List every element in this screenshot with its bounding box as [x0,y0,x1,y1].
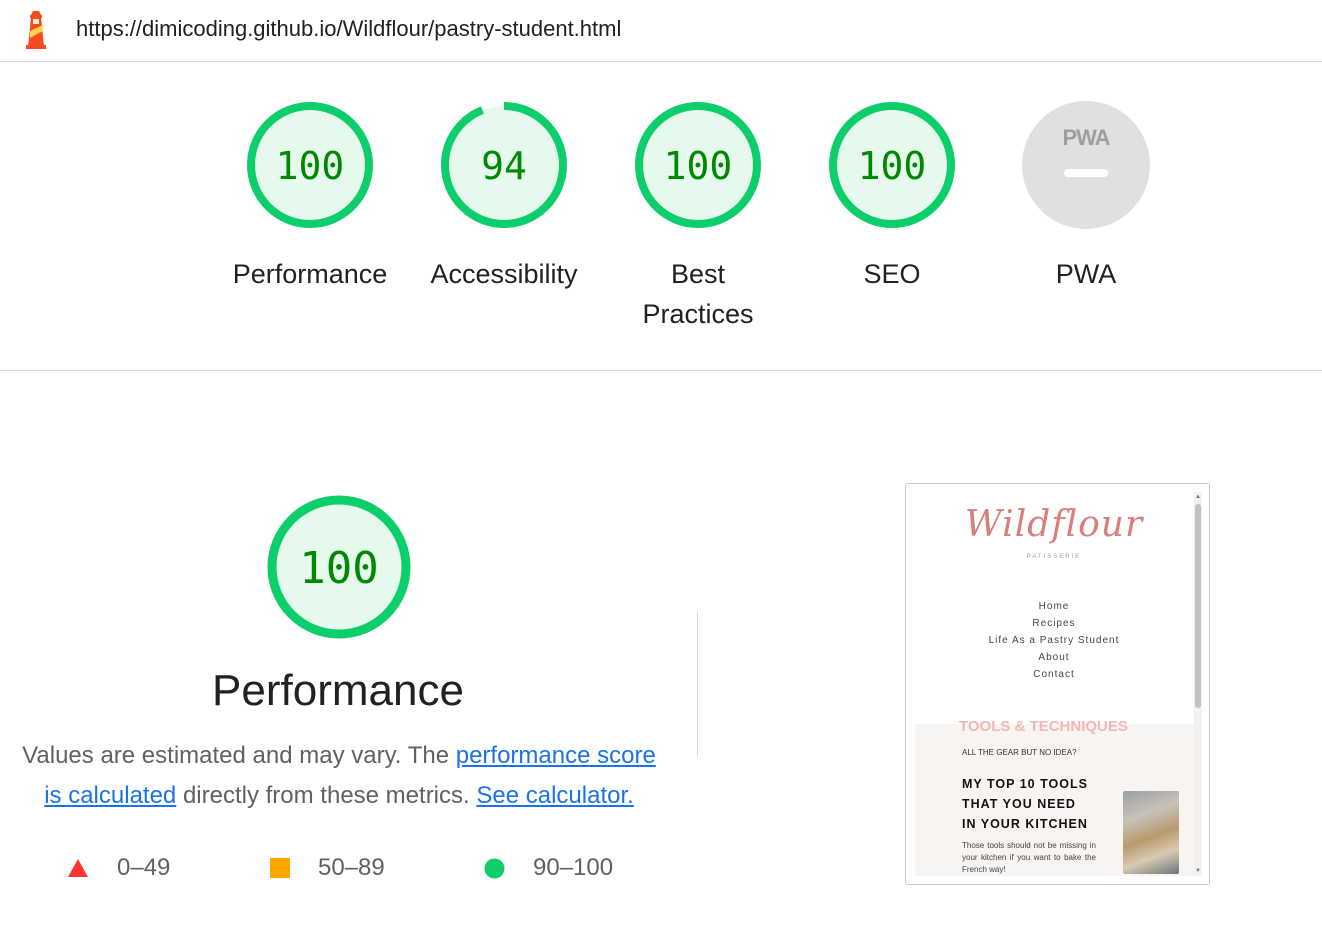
top10-line: MY TOP 10 TOOLS [962,777,1088,791]
gauge-accessibility[interactable]: 94 Accessibility [414,100,594,294]
thumbnail-scrollbar: ▲ ▼ [1194,492,1202,876]
thumbnail-nav-item: Contact [1033,669,1075,680]
lighthouse-logo-icon [26,11,46,49]
top10-line: THAT YOU NEED [962,797,1076,811]
scrollbar-thumb [1195,504,1201,708]
section-divider [697,612,698,756]
see-calculator-link[interactable]: See calculator. [476,782,633,809]
legend-pass: 90–100 [484,852,613,884]
gauge-label-line1: Best [670,259,726,289]
desc-middle: directly from these metrics. [176,782,477,809]
thumbnail-tools-heading: TOOLS & TECHNIQUES [959,718,1128,735]
top10-line: IN YOUR KITCHEN [962,817,1088,831]
gauge-score: 100 [276,144,345,188]
legend-average: 50–89 [270,852,385,884]
category-gauges: 100 Performance 94 Accessibility 100 Bes… [0,62,1322,371]
performance-title: Performance [212,666,464,715]
legend-range: 0–49 [117,854,171,881]
thumbnail-nav-item: About [1038,652,1070,663]
thumbnail-nav-item: Life As a Pastry Student [988,635,1120,646]
thumbnail-nav-item: Recipes [1032,618,1076,629]
gauge-best-practices[interactable]: 100 Best Practices [608,100,788,334]
performance-description: Values are estimated and may vary. The p… [14,736,664,816]
thumbnail-top10-title: MY TOP 10 TOOLS THAT YOU NEED IN YOUR KI… [962,774,1088,834]
scroll-up-arrow-icon: ▲ [1195,494,1201,500]
pwa-badge-icon: PWA [1022,101,1150,229]
thumbnail-page: Wildflour PATISSERIE Home Recipes Life A… [914,490,1194,876]
thumbnail-nav-item: Home [1038,601,1070,612]
desc-prefix: Values are estimated and may vary. The [22,742,456,769]
gauge-label: Performance [232,259,388,289]
thumbnail-gear-question: ALL THE GEAR BUT NO IDEA? [962,748,1077,757]
gauge-label: SEO [863,259,921,289]
performance-score: 100 [299,543,378,594]
final-screenshot-thumbnail[interactable]: Wildflour PATISSERIE Home Recipes Life A… [905,483,1210,885]
score-ring: 100 [829,102,955,228]
legend-range: 50–89 [318,854,385,881]
legend-range: 90–100 [533,854,614,881]
page-url[interactable]: https://dimicoding.github.io/Wildflour/p… [76,16,621,42]
thumbnail-brand-sub: PATISSERIE [1026,554,1082,560]
scroll-down-arrow-icon: ▼ [1195,868,1201,874]
thumbnail-tools-description: Those tools should not be missing in you… [962,841,1096,874]
gauge-performance[interactable]: 100 Performance [220,100,400,294]
gauge-label: Best Practices [608,254,788,334]
triangle-fail-icon [68,859,88,877]
pwa-badge-text: PWA [1062,125,1110,150]
gauge-label: Accessibility [430,259,578,289]
thumbnail-nav: Home Recipes Life As a Pastry Student Ab… [914,598,1194,683]
url-bar: https://dimicoding.github.io/Wildflour/p… [0,0,1322,62]
score-ring: 100 [635,102,761,228]
gauge-label-line2: Practices [642,299,754,329]
gauge-seo[interactable]: 100 SEO [802,100,982,294]
score-ring: 100 [247,102,373,228]
thumbnail-tart-image [1123,791,1179,874]
gauge-score: 100 [664,144,733,188]
square-average-icon [270,858,290,878]
gauge-score: 94 [481,144,527,188]
gauge-pwa[interactable]: PWA PWA [996,100,1176,294]
legend-fail: 0–49 [67,852,170,884]
thumbnail-brand-logo: Wildflour [964,504,1144,545]
gauge-score: 100 [858,144,927,188]
score-ring: 94 [441,102,567,228]
performance-score-gauge: 100 [267,495,411,639]
gauge-label: PWA [1055,259,1117,289]
circle-pass-icon [484,858,505,878]
